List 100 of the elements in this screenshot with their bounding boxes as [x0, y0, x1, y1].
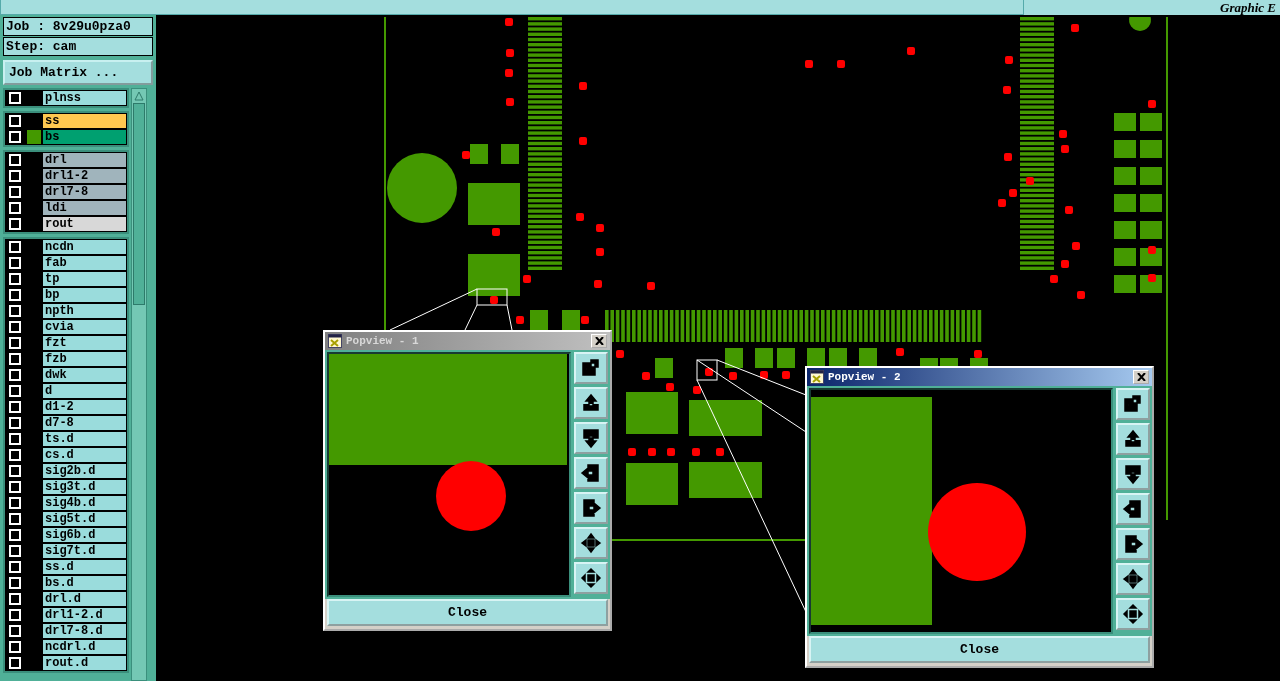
scrollbar[interactable]	[131, 88, 147, 681]
layer-name[interactable]: rout.d	[43, 656, 126, 670]
layer-checkbox[interactable]	[9, 170, 21, 182]
view-tool-button[interactable]	[574, 492, 608, 524]
copper-pad	[970, 358, 988, 366]
layer-checkbox[interactable]	[9, 465, 21, 477]
close-icon	[594, 337, 604, 345]
layer-checkbox[interactable]	[9, 529, 21, 541]
close-button[interactable]: Close	[809, 636, 1150, 663]
layer-name[interactable]: cvia	[43, 320, 126, 334]
view-tool-button[interactable]	[574, 352, 608, 384]
layer-checkbox[interactable]	[9, 641, 21, 653]
layer-name[interactable]: drl7-8.d	[43, 624, 126, 638]
layer-checkbox[interactable]	[9, 593, 21, 605]
job-matrix-button[interactable]: Job Matrix ...	[3, 60, 153, 85]
layer-checkbox[interactable]	[9, 257, 21, 269]
layer-name[interactable]: drl.d	[43, 592, 126, 606]
view-tool-button[interactable]	[1116, 598, 1150, 630]
layer-checkbox[interactable]	[9, 401, 21, 413]
layer-name[interactable]: bs.d	[43, 576, 126, 590]
layer-name[interactable]: sig5t.d	[43, 512, 126, 526]
layer-checkbox[interactable]	[9, 337, 21, 349]
layer-name[interactable]: sig6b.d	[43, 528, 126, 542]
copper-pad	[1114, 194, 1136, 212]
layer-checkbox[interactable]	[9, 131, 21, 143]
layer-name[interactable]: ss.d	[43, 560, 126, 574]
view-tool-button[interactable]	[574, 562, 608, 594]
layer-checkbox[interactable]	[9, 353, 21, 365]
layer-checkbox[interactable]	[9, 92, 21, 104]
layer-name[interactable]: ncdn	[43, 240, 126, 254]
zoom-out-arrows-icon	[580, 567, 602, 589]
scrollbar-thumb[interactable]	[133, 103, 145, 305]
layer-name[interactable]: plnss	[43, 91, 126, 105]
layer-name[interactable]: drl1-2	[43, 169, 126, 183]
close-button[interactable]	[591, 334, 607, 348]
layer-checkbox[interactable]	[9, 513, 21, 525]
layer-checkbox[interactable]	[9, 497, 21, 509]
layer-name[interactable]: sig4b.d	[43, 496, 126, 510]
layer-name[interactable]: d	[43, 384, 126, 398]
layer-checkbox[interactable]	[9, 657, 21, 669]
close-button[interactable]	[1133, 370, 1149, 384]
view-tool-button[interactable]	[1116, 458, 1150, 490]
layer-checkbox[interactable]	[9, 385, 21, 397]
layer-name[interactable]: fzt	[43, 336, 126, 350]
layer-name[interactable]: cs.d	[43, 448, 126, 462]
up-arrow-icon	[580, 392, 602, 414]
view-tool-button[interactable]	[574, 527, 608, 559]
layer-name[interactable]: sig3t.d	[43, 480, 126, 494]
layer-name[interactable]: ldi	[43, 201, 126, 215]
layer-checkbox[interactable]	[9, 321, 21, 333]
layer-checkbox[interactable]	[9, 577, 21, 589]
layer-checkbox[interactable]	[9, 609, 21, 621]
layer-checkbox[interactable]	[9, 369, 21, 381]
drill-hole	[837, 60, 845, 68]
layer-name[interactable]: fab	[43, 256, 126, 270]
layer-checkbox[interactable]	[9, 273, 21, 285]
layer-name[interactable]: sig7t.d	[43, 544, 126, 558]
layer-name[interactable]: ss	[43, 114, 126, 128]
view-tool-button[interactable]	[574, 422, 608, 454]
layer-checkbox[interactable]	[9, 115, 21, 127]
layer-checkbox[interactable]	[9, 186, 21, 198]
layer-name[interactable]: npth	[43, 304, 126, 318]
layer-name[interactable]: dwk	[43, 368, 126, 382]
copper-pad	[829, 348, 847, 368]
layer-checkbox[interactable]	[9, 289, 21, 301]
layer-checkbox[interactable]	[9, 433, 21, 445]
drill-hole	[1004, 153, 1012, 161]
layer-checkbox[interactable]	[9, 561, 21, 573]
layer-checkbox[interactable]	[9, 625, 21, 637]
view-tool-button[interactable]	[1116, 528, 1150, 560]
layer-checkbox[interactable]	[9, 481, 21, 493]
view-tool-button[interactable]	[1116, 423, 1150, 455]
layer-name[interactable]: drl	[43, 153, 126, 167]
layer-name[interactable]: ncdrl.d	[43, 640, 126, 654]
layer-name[interactable]: rout	[43, 217, 126, 231]
layer-name[interactable]: d7-8	[43, 416, 126, 430]
layer-name[interactable]: ts.d	[43, 432, 126, 446]
close-button[interactable]: Close	[327, 599, 608, 626]
layer-name[interactable]: drl1-2.d	[43, 608, 126, 622]
layer-checkbox[interactable]	[9, 218, 21, 230]
layer-name[interactable]: bs	[43, 130, 126, 144]
layer-name[interactable]: drl7-8	[43, 185, 126, 199]
layer-name[interactable]: sig2b.d	[43, 464, 126, 478]
view-tool-button[interactable]	[574, 457, 608, 489]
layer-name[interactable]: bp	[43, 288, 126, 302]
layer-name[interactable]: d1-2	[43, 400, 126, 414]
layer-checkbox[interactable]	[9, 241, 21, 253]
layer-checkbox[interactable]	[9, 202, 21, 214]
layer-name[interactable]: tp	[43, 272, 126, 286]
layer-checkbox[interactable]	[9, 154, 21, 166]
layer-name[interactable]: fzb	[43, 352, 126, 366]
layer-checkbox[interactable]	[9, 449, 21, 461]
zoom-in-arrows-icon	[1122, 568, 1144, 590]
layer-checkbox[interactable]	[9, 305, 21, 317]
view-tool-button[interactable]	[1116, 388, 1150, 420]
layer-checkbox[interactable]	[9, 417, 21, 429]
layer-checkbox[interactable]	[9, 545, 21, 557]
view-tool-button[interactable]	[574, 387, 608, 419]
view-tool-button[interactable]	[1116, 563, 1150, 595]
view-tool-button[interactable]	[1116, 493, 1150, 525]
